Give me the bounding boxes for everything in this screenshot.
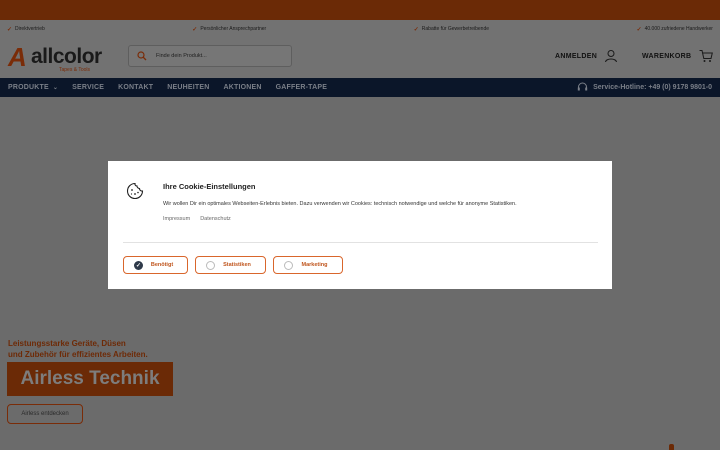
checkbox-checked[interactable]: ✓ [134, 260, 143, 270]
login-link[interactable]: ANMELDEN [555, 53, 597, 60]
scroll-indicator [669, 444, 674, 450]
usp-label: Rabatte für Gewerbetreibende [421, 26, 490, 32]
checkbox-unchecked[interactable] [284, 260, 293, 270]
usp-label: Persönlicher Ansprechpartner [200, 26, 267, 32]
cookie-option-label: Benötigt [150, 262, 174, 268]
nav-item-kontakt[interactable]: KONTAKT [118, 84, 153, 91]
hotline-text: Service-Hotline: +49 (0) 9178 9801-0 [593, 84, 712, 91]
hero-subtitle-line: Leistungsstarke Geräte, Düsen [8, 339, 126, 348]
top-band [0, 0, 720, 20]
headset-icon [577, 82, 588, 91]
usp-item: ✓ Rabatte für Gewerbetreibende [414, 26, 489, 33]
usp-item: ✓ Persönlicher Ansprechpartner [192, 26, 266, 33]
nav-item-produkte[interactable]: PRODUKTE ⌄ [8, 84, 58, 91]
checkbox-unchecked[interactable] [206, 260, 215, 270]
nav-item-gaffer-tape[interactable]: GAFFER-TAPE [276, 84, 327, 91]
hero-subtitle: Leistungsstarke Geräte, Düsen und Zubehö… [8, 338, 148, 360]
hero-title: Airless Technik [7, 362, 173, 396]
cookie-dialog-description: Wir wollen Dir ein optimales Webseiten-E… [163, 201, 517, 207]
cookie-option-label: Statistiken [223, 262, 251, 268]
impressum-link[interactable]: Impressum [163, 216, 190, 222]
main-navigation: PRODUKTE ⌄ SERVICE KONTAKT NEUHEITEN AKTI… [0, 78, 720, 97]
check-icon: ✓ [636, 26, 642, 33]
usp-label: 40.000 zufriedene Handwerker [644, 26, 713, 32]
usp-item: ✓ 40.000 zufriedene Handwerker [637, 26, 713, 33]
datenschutz-link[interactable]: Datenschutz [200, 216, 231, 222]
chevron-down-icon: ⌄ [52, 85, 59, 91]
check-icon: ✓ [192, 26, 198, 33]
cookie-dialog: Ihre Cookie-Einstellungen Wir wollen Dir… [108, 161, 612, 289]
cookie-dialog-title: Ihre Cookie-Einstellungen [163, 182, 256, 191]
logo-tagline: Tapes & Tools [59, 67, 91, 73]
hero-cta-button[interactable]: Airless entdecken [7, 404, 83, 424]
search-icon[interactable] [137, 51, 147, 61]
nav-item-neuheiten[interactable]: NEUHEITEN [167, 84, 209, 91]
nav-item-aktionen[interactable]: AKTIONEN [224, 84, 262, 91]
nav-item-service[interactable]: SERVICE [72, 84, 104, 91]
cart-link[interactable]: WARENKORB [642, 53, 691, 60]
cookie-option-label: Marketing [301, 262, 328, 268]
cart-icon[interactable] [699, 49, 713, 63]
cookie-icon [126, 182, 144, 200]
check-icon: ✓ [7, 26, 13, 33]
search-input[interactable] [154, 52, 278, 60]
logo[interactable]: A allcolor Tapes & Tools [8, 42, 108, 73]
divider [123, 242, 598, 243]
logo-mark: A [8, 42, 27, 72]
cookie-option-marketing[interactable]: Marketing [273, 256, 343, 274]
hero-subtitle-line: und Zubehör für effizientes Arbeiten. [8, 350, 148, 359]
cookie-option-benoetigt[interactable]: ✓ Benötigt [123, 256, 188, 274]
nav-label: PRODUKTE [8, 84, 49, 91]
site-header: A allcolor Tapes & Tools ANMELDEN WARENK… [0, 38, 720, 78]
usp-item: ✓ Direktvertrieb [7, 26, 45, 33]
check-icon: ✓ [413, 26, 419, 33]
usp-bar: ✓ Direktvertrieb ✓ Persönlicher Ansprechpa… [0, 20, 720, 38]
cookie-dialog-links: Impressum Datenschutz [163, 216, 231, 222]
user-icon[interactable] [604, 49, 618, 63]
logo-wordmark: allcolor [31, 45, 102, 68]
service-hotline[interactable]: Service-Hotline: +49 (0) 9178 9801-0 [577, 78, 712, 97]
search-box[interactable] [128, 45, 292, 67]
usp-label: Direktvertrieb [15, 26, 45, 32]
cookie-option-statistiken[interactable]: Statistiken [195, 256, 266, 274]
